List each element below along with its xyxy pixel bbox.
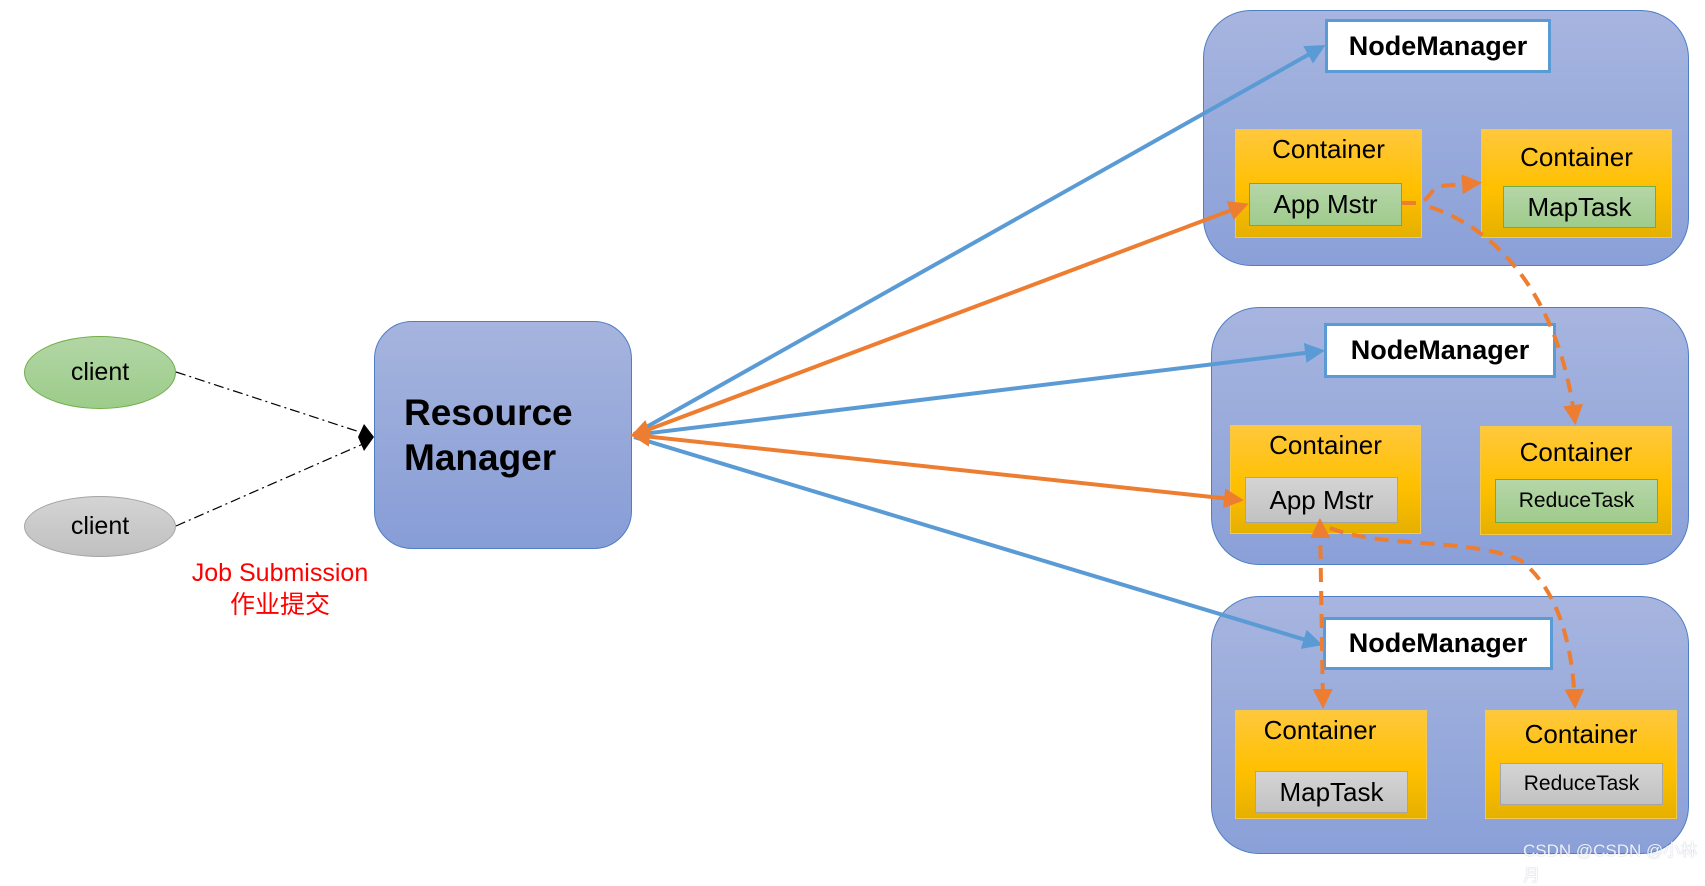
node-1-maptask[interactable]: MapTask [1503, 186, 1656, 228]
container-label: Container [1524, 719, 1638, 749]
node-2-app-mstr[interactable]: App Mstr [1245, 477, 1398, 523]
node-1-app-mstr[interactable]: App Mstr [1249, 183, 1402, 226]
resource-manager-label: Resource Manager [404, 390, 573, 480]
node-3-container-1[interactable]: Container MapTask [1235, 710, 1427, 819]
node-2-container-1[interactable]: Container App Mstr [1230, 425, 1421, 534]
container-label: Container [1263, 715, 1377, 745]
job-submission-label: Job Submission 作业提交 [170, 557, 390, 621]
node-3-reducetask[interactable]: ReduceTask [1500, 763, 1663, 805]
container-label: Container [1272, 134, 1385, 164]
node-2-reducetask[interactable]: ReduceTask [1495, 479, 1658, 523]
container-label: Container [1520, 142, 1633, 172]
client-1-connector [175, 371, 373, 437]
resource-manager-line2: Manager [404, 437, 557, 478]
node-2-container-2[interactable]: Container ReduceTask [1480, 426, 1672, 535]
job-submission-en: Job Submission [191, 559, 369, 587]
resource-manager[interactable]: Resource Manager [374, 321, 632, 549]
node-1-container-1[interactable]: Container App Mstr [1235, 129, 1422, 238]
client-1[interactable]: client [24, 336, 176, 409]
resource-manager-line1: Resource [404, 392, 573, 433]
node-2-nodemanager[interactable]: NodeManager [1324, 323, 1556, 378]
rm-to-node-2-app-mstr [630, 426, 1244, 509]
node-3-nodemanager[interactable]: NodeManager [1323, 617, 1553, 670]
rm-to-node-1-app-mstr [630, 201, 1249, 439]
watermark: CSDN @CSDN @小林月 [1523, 841, 1698, 885]
client-2[interactable]: client [24, 496, 176, 557]
job-submission-zh: 作业提交 [229, 591, 330, 619]
node-3-maptask[interactable]: MapTask [1255, 771, 1408, 813]
container-label: Container [1519, 437, 1633, 467]
container-label: Container [1269, 430, 1382, 460]
node-1-nodemanager[interactable]: NodeManager [1325, 19, 1551, 73]
node-3-container-2[interactable]: Container ReduceTask [1485, 710, 1677, 819]
submission-diamond-icon [358, 424, 374, 451]
client-2-connector [175, 439, 373, 527]
node-1-container-2[interactable]: Container MapTask [1481, 129, 1672, 238]
